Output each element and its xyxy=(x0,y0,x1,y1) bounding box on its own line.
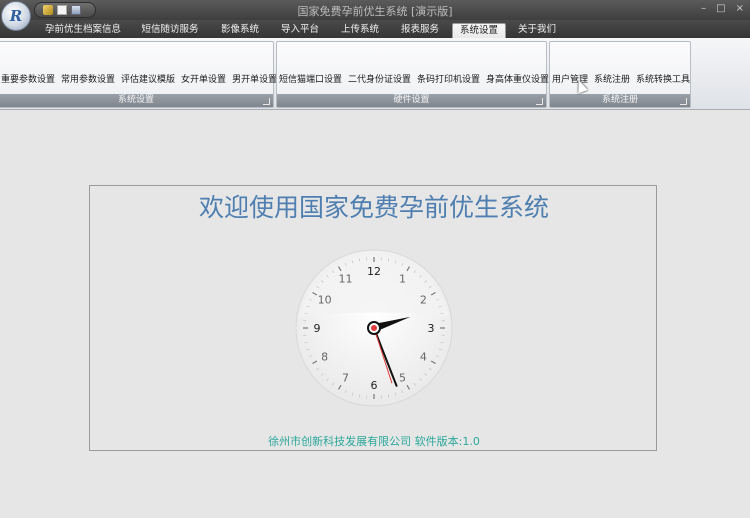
tab-about-us[interactable]: 关于我们 xyxy=(510,23,564,38)
dialog-launcher-icon[interactable] xyxy=(680,98,687,105)
app-logo-icon[interactable]: R xyxy=(1,1,31,31)
height-weight-meter-button[interactable]: 身高体重仪设置 xyxy=(486,72,549,85)
welcome-title: 欢迎使用国家免费孕前优生系统 xyxy=(198,193,549,222)
tab-system-settings[interactable]: 系统设置 xyxy=(452,23,506,38)
clock-number-10: 10 xyxy=(318,294,332,307)
close-icon[interactable]: × xyxy=(736,3,744,14)
system-registration-button[interactable]: 系统注册 xyxy=(594,72,630,85)
analog-clock: 12 1 2 3 4 5 6 7 8 9 10 11 xyxy=(295,249,453,407)
tab-archive-info[interactable]: 孕前优生档案信息 xyxy=(38,23,128,38)
company-version-text: 徐州市创新科技发展有限公司 软件版本:1.0 xyxy=(268,435,480,448)
tab-imaging-system[interactable]: 影像系统 xyxy=(212,23,268,38)
clock-number-3: 3 xyxy=(428,322,435,335)
group-label-hardware-settings: 硬件设置 xyxy=(277,94,546,107)
window-title: 国家免费孕前优生系统 [演示版] xyxy=(297,5,453,18)
sms-modem-port-button[interactable]: 短信猫端口设置 xyxy=(279,72,342,85)
ribbon-panel: 重要参数设置 常用参数设置 评估建议模版 女开单设置 男开单设置 系统设置 短信… xyxy=(0,38,750,110)
tab-upload-system[interactable]: 上传系统 xyxy=(332,23,388,38)
system-conversion-tool-button[interactable]: 系统转换工具 xyxy=(636,72,690,85)
important-params-button[interactable]: 重要参数设置 xyxy=(1,72,55,85)
id-card-settings-button[interactable]: 二代身份证设置 xyxy=(348,72,411,85)
barcode-printer-button[interactable]: 条码打印机设置 xyxy=(417,72,480,85)
common-params-button[interactable]: 常用参数设置 xyxy=(61,72,115,85)
group-label-system-registration: 系统注册 xyxy=(550,94,690,107)
tab-report-service[interactable]: 报表服务 xyxy=(392,23,448,38)
dialog-launcher-icon[interactable] xyxy=(536,98,543,105)
ribbon-group-hardware-settings: 短信猫端口设置 二代身份证设置 条码打印机设置 身高体重仪设置 硬件设置 xyxy=(276,41,549,108)
ribbon-tab-strip: 孕前优生档案信息 短信随访服务 影像系统 导入平台 上传系统 报表服务 系统设置… xyxy=(0,20,750,38)
clock-number-12: 12 xyxy=(367,265,381,278)
clock-number-11: 11 xyxy=(339,273,353,286)
male-order-settings-button[interactable]: 男开单设置 xyxy=(232,72,277,85)
window-controls: – □ × xyxy=(701,3,744,14)
title-bar: 国家免费孕前优生系统 [演示版] – □ × xyxy=(0,0,750,20)
group-label-system-settings: 系统设置 xyxy=(0,94,273,107)
tab-import-platform[interactable]: 导入平台 xyxy=(272,23,328,38)
female-order-settings-button[interactable]: 女开单设置 xyxy=(181,72,226,85)
clock-number-6: 6 xyxy=(371,379,378,392)
clock-number-1: 1 xyxy=(399,273,406,286)
minimize-icon[interactable]: – xyxy=(701,3,706,14)
tab-sms-followup[interactable]: 短信随访服务 xyxy=(132,23,208,38)
welcome-panel: 欢迎使用国家免费孕前优生系统 12 1 2 3 4 5 6 7 8 9 10 1… xyxy=(89,185,657,451)
ribbon-group-system-settings: 重要参数设置 常用参数设置 评估建议模版 女开单设置 男开单设置 系统设置 xyxy=(0,41,277,108)
maximize-icon[interactable]: □ xyxy=(716,3,725,14)
clock-number-8: 8 xyxy=(321,351,328,364)
clock-number-5: 5 xyxy=(399,371,406,384)
dialog-launcher-icon[interactable] xyxy=(263,98,270,105)
clock-number-4: 4 xyxy=(420,351,427,364)
assessment-template-button[interactable]: 评估建议模版 xyxy=(121,72,175,85)
clock-number-2: 2 xyxy=(420,294,427,307)
clock-center-dot xyxy=(371,325,377,331)
clock-number-7: 7 xyxy=(342,371,349,384)
ribbon-group-system-registration: 用户管理 系统注册 系统转换工具 系统注册 xyxy=(549,41,691,108)
clock-number-9: 9 xyxy=(314,322,321,335)
